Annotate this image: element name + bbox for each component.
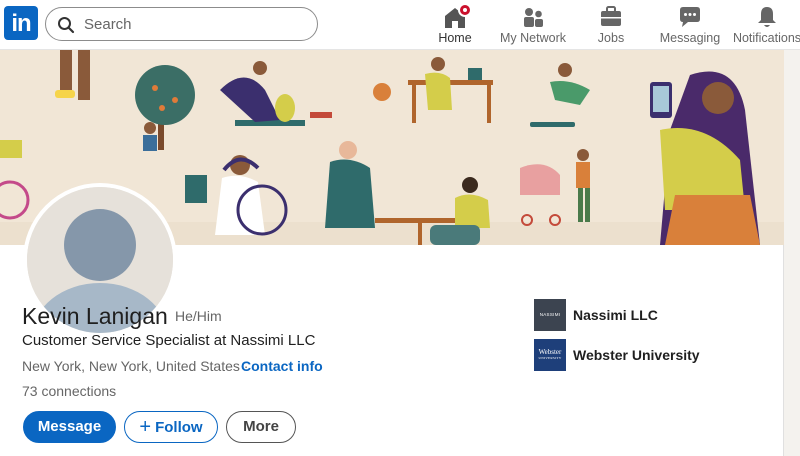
nav-messaging[interactable]: Messaging [654,2,726,48]
profile-card [0,50,784,456]
webster-university-logo: Webster UNIVERSITY [534,339,566,371]
network-icon [496,2,570,30]
webster-logo-text: Webster [538,348,562,356]
connections-count[interactable]: 73 connections [22,383,116,399]
contact-info-link[interactable]: Contact info [241,358,323,374]
notification-badge [458,3,472,17]
search-box[interactable] [45,7,318,41]
profile-pronouns: He/Him [175,308,222,324]
nav-notifications-label: Notifications [732,31,800,45]
message-button-label: Message [37,418,102,435]
more-button-label: More [243,418,279,435]
education-school-name: Webster University [573,347,700,363]
follow-button[interactable]: + Follow [124,411,218,443]
nav-home[interactable]: Home [431,2,479,48]
more-button[interactable]: More [226,411,296,443]
follow-button-label: Follow [155,419,203,436]
top-nav: in Home My Network [0,0,800,50]
profile-headline: Customer Service Specialist at Nassimi L… [22,332,316,349]
search-icon [58,17,75,34]
nav-messaging-label: Messaging [659,31,721,45]
message-button[interactable]: Message [23,411,116,443]
search-input[interactable] [84,13,304,35]
home-icon [431,2,479,30]
scrollbar[interactable] [784,50,800,456]
briefcase-icon [590,2,632,30]
nav-home-label: Home [438,31,472,45]
nav-my-network-label: My Network [500,31,566,45]
webster-logo-subtext: UNIVERSITY [538,356,562,360]
nav-my-network[interactable]: My Network [496,2,570,48]
nassimi-logo: NASSIMI [534,299,566,331]
bell-icon [732,2,800,30]
nav-notifications[interactable]: Notifications [732,2,800,48]
nav-jobs[interactable]: Jobs [590,2,632,48]
profile-location: New York, New York, United States · [22,358,249,374]
messaging-icon [654,2,726,30]
linkedin-logo[interactable]: in [4,6,38,40]
current-company-name: Nassimi LLC [573,307,658,323]
plus-icon: + [139,416,152,438]
nav-jobs-label: Jobs [597,31,625,45]
profile-name: Kevin Lanigan [22,303,168,329]
